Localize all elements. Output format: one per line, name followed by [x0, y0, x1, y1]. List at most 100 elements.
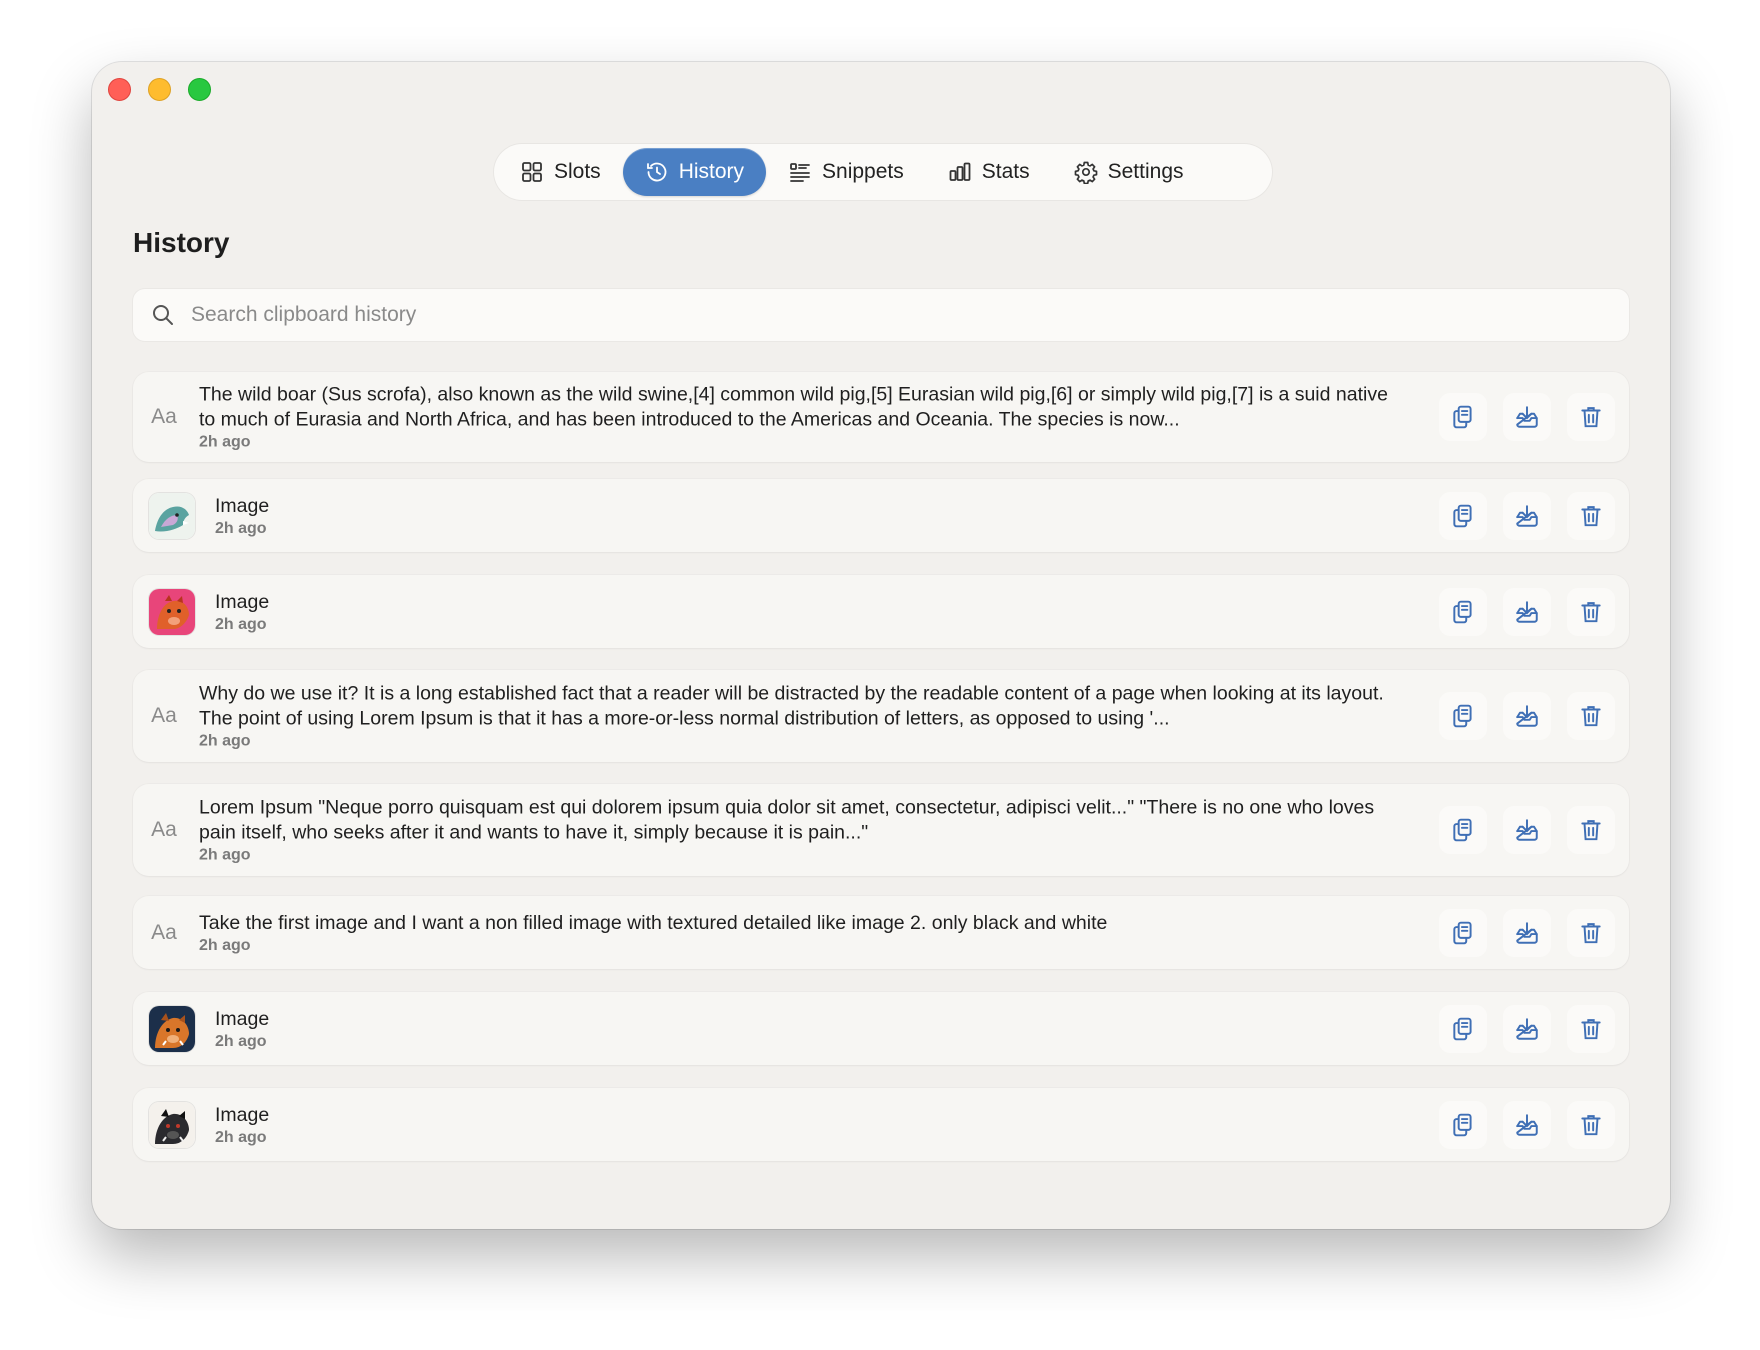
- history-item-image[interactable]: Image 2h ago: [133, 479, 1629, 552]
- history-item-text[interactable]: Aa Why do we use it? It is a long establ…: [133, 670, 1629, 762]
- delete-button[interactable]: [1567, 491, 1615, 540]
- grid-icon: [522, 162, 542, 182]
- copy-icon: [1453, 1113, 1472, 1136]
- boar-thumb-red: [149, 588, 195, 635]
- minimize-window-button[interactable]: [148, 78, 171, 101]
- clip-time: 2h ago: [215, 1128, 267, 1146]
- download-tray-icon: [1516, 406, 1538, 428]
- download-tray-icon: [1516, 504, 1538, 527]
- copy-icon: [1453, 1017, 1472, 1040]
- page-title: History: [133, 227, 230, 258]
- save-button[interactable]: [1503, 806, 1551, 854]
- item-actions: [1439, 393, 1615, 441]
- tab-label: Slots: [554, 160, 601, 183]
- item-actions: [1439, 1100, 1615, 1149]
- search-input[interactable]: [189, 302, 1611, 328]
- item-actions: [1439, 692, 1615, 740]
- list-snippets-icon: [790, 163, 810, 182]
- copy-button[interactable]: [1439, 908, 1487, 957]
- item-body: Image 2h ago: [215, 1007, 1399, 1051]
- delete-button[interactable]: [1567, 393, 1615, 441]
- clip-time: 2h ago: [215, 615, 267, 633]
- delete-button[interactable]: [1567, 806, 1615, 854]
- text-type-icon: Aa: [151, 920, 177, 944]
- gear-icon: [1074, 161, 1097, 184]
- item-body: Image 2h ago: [215, 494, 1399, 538]
- download-tray-icon: [1516, 819, 1538, 841]
- copy-button[interactable]: [1439, 1004, 1487, 1053]
- delete-button[interactable]: [1567, 1100, 1615, 1149]
- history-item-text[interactable]: Aa Take the first image and I want a non…: [133, 896, 1629, 969]
- tab-snippets[interactable]: Snippets: [766, 148, 926, 196]
- search-bar[interactable]: [133, 289, 1629, 341]
- clip-text: Why do we use it? It is a long establish…: [199, 682, 1384, 730]
- window-controls: [108, 78, 211, 101]
- copy-button[interactable]: [1439, 1100, 1487, 1149]
- item-body: Why do we use it? It is a long establish…: [199, 682, 1399, 751]
- copy-button[interactable]: [1439, 806, 1487, 854]
- clip-time: 2h ago: [199, 433, 251, 451]
- download-tray-icon: [1516, 1113, 1538, 1136]
- download-tray-icon: [1516, 921, 1538, 944]
- copy-button[interactable]: [1439, 692, 1487, 740]
- copy-button[interactable]: [1439, 491, 1487, 540]
- trash-icon: [1581, 407, 1601, 428]
- item-body: Image 2h ago: [215, 1103, 1399, 1147]
- delete-button[interactable]: [1567, 587, 1615, 636]
- tab-settings[interactable]: Settings: [1052, 148, 1206, 196]
- clip-label: Image: [215, 1103, 270, 1126]
- trash-icon: [1581, 505, 1601, 526]
- app-window: Slots History Snippets Stats Settings Hi…: [92, 62, 1670, 1229]
- trash-icon: [1581, 922, 1601, 943]
- save-button[interactable]: [1503, 1004, 1551, 1053]
- item-actions: [1439, 491, 1615, 540]
- clip-time: 2h ago: [199, 846, 251, 864]
- history-item-text[interactable]: Aa The wild boar (Sus scrofa), also know…: [133, 372, 1629, 462]
- trash-icon: [1581, 601, 1601, 622]
- history-item-image[interactable]: Image 2h ago: [133, 575, 1629, 648]
- tab-label: History: [678, 160, 745, 183]
- save-button[interactable]: [1503, 587, 1551, 636]
- save-button[interactable]: [1503, 692, 1551, 740]
- history-item-image[interactable]: Image 2h ago: [133, 992, 1629, 1065]
- clip-text: Take the first image and I want a non fi…: [199, 911, 1108, 934]
- item-body: Image 2h ago: [215, 590, 1399, 634]
- copy-button[interactable]: [1439, 587, 1487, 636]
- item-actions: [1439, 1004, 1615, 1053]
- item-body: Lorem Ipsum "Neque porro quisquam est qu…: [199, 796, 1399, 865]
- tab-history[interactable]: History: [622, 148, 767, 196]
- item-actions: [1439, 908, 1615, 957]
- download-tray-icon: [1516, 600, 1538, 623]
- trash-icon: [1581, 1114, 1601, 1135]
- save-button[interactable]: [1503, 908, 1551, 957]
- clip-text: The wild boar (Sus scrofa), also known a…: [199, 383, 1388, 431]
- history-item-image[interactable]: Image 2h ago: [133, 1088, 1629, 1161]
- trash-icon: [1581, 706, 1601, 727]
- item-body: The wild boar (Sus scrofa), also known a…: [199, 383, 1399, 452]
- save-button[interactable]: [1503, 491, 1551, 540]
- tab-stats[interactable]: Stats: [926, 148, 1052, 196]
- clip-time: 2h ago: [199, 732, 251, 750]
- copy-icon: [1453, 600, 1472, 623]
- save-button[interactable]: [1503, 1100, 1551, 1149]
- history-item-text[interactable]: Aa Lorem Ipsum "Neque porro quisquam est…: [133, 784, 1629, 876]
- download-tray-icon: [1516, 1017, 1538, 1040]
- save-button[interactable]: [1503, 393, 1551, 441]
- boar-thumb-teal: [149, 492, 195, 539]
- tab-slots[interactable]: Slots: [498, 148, 623, 196]
- close-window-button[interactable]: [108, 78, 131, 101]
- clip-time: 2h ago: [199, 936, 251, 954]
- copy-button[interactable]: [1439, 393, 1487, 441]
- copy-icon: [1453, 405, 1472, 429]
- delete-button[interactable]: [1567, 692, 1615, 740]
- image-thumbnail: [149, 492, 195, 539]
- image-thumbnail: [149, 1101, 195, 1148]
- delete-button[interactable]: [1567, 1004, 1615, 1053]
- bar-chart-icon: [949, 162, 971, 181]
- delete-button[interactable]: [1567, 908, 1615, 957]
- item-body: Take the first image and I want a non fi…: [199, 911, 1399, 955]
- copy-icon: [1453, 818, 1472, 842]
- zoom-window-button[interactable]: [188, 78, 211, 101]
- boar-thumb-dark: [149, 1101, 195, 1148]
- item-actions: [1439, 806, 1615, 854]
